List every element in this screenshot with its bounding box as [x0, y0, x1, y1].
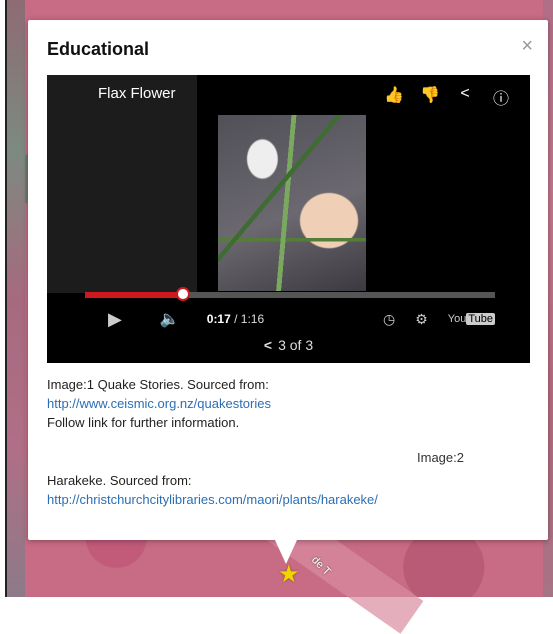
progress-played: [85, 292, 184, 298]
chevron-left-icon[interactable]: <: [264, 337, 272, 353]
image2-credit: Harakeke. Sourced from: http://christchu…: [47, 471, 378, 509]
info-popup: Educational × Flax Flower 👍 👎 < ⓘ ▶ 🔈 0:…: [28, 20, 548, 540]
video-letterbox: [47, 75, 197, 293]
thumbs-down-icon[interactable]: 👎: [420, 85, 440, 109]
time-display: 0:17 / 1:16: [207, 312, 264, 326]
map-view[interactable]: ★ de T Educational × Flax Flower 👍 👎 < ⓘ…: [0, 0, 553, 634]
video-title[interactable]: Flax Flower: [98, 85, 176, 102]
progress-handle[interactable]: [176, 287, 191, 301]
harakeke-label: Harakeke. Sourced from:: [47, 473, 192, 488]
image1-credit: Image:1 Quake Stories. Sourced from: htt…: [47, 375, 271, 432]
map-strip-left: [7, 0, 25, 597]
popup-tail: [275, 540, 297, 564]
video-top-icons: 👍 👎 < ⓘ: [384, 85, 510, 109]
video-frame[interactable]: [218, 115, 366, 291]
progress-bar[interactable]: [85, 287, 495, 301]
volume-icon[interactable]: 🔈: [160, 309, 180, 329]
youtube-logo-you: You: [447, 313, 467, 325]
current-time: 0:17: [206, 312, 231, 326]
close-icon[interactable]: ×: [521, 35, 533, 58]
harakeke-link[interactable]: http://christchurchcitylibraries.com/mao…: [47, 492, 378, 507]
map-marker-star-icon[interactable]: ★: [278, 563, 300, 587]
quake-stories-link[interactable]: http://www.ceismic.org.nz/quakestories: [47, 396, 271, 411]
video-player[interactable]: Flax Flower 👍 👎 < ⓘ ▶ 🔈 0:17 / 1:16 ◷ ⚙ …: [47, 75, 530, 363]
image2-label: Image:2: [417, 450, 464, 465]
info-icon[interactable]: ⓘ: [492, 85, 510, 109]
settings-gear-icon[interactable]: ⚙: [415, 311, 428, 328]
thumbs-up-icon[interactable]: 👍: [384, 85, 404, 109]
left-border: [0, 0, 7, 597]
pager: <3 of 3: [47, 337, 530, 353]
duration: / 1:16: [230, 312, 265, 326]
image1-label: Image:1 Quake Stories. Sourced from:: [47, 377, 269, 392]
play-icon[interactable]: ▶: [108, 309, 122, 330]
pager-label: 3 of 3: [278, 337, 314, 353]
share-icon[interactable]: <: [456, 85, 474, 109]
youtube-logo-tube: Tube: [466, 313, 495, 325]
youtube-logo[interactable]: You Tube: [448, 313, 495, 325]
popup-title: Educational: [47, 39, 150, 59]
follow-link-text: Follow link for further information.: [47, 415, 240, 430]
video-controls: ▶ 🔈 0:17 / 1:16 ◷ ⚙ You Tube: [85, 301, 495, 337]
watch-later-icon[interactable]: ◷: [383, 311, 395, 328]
